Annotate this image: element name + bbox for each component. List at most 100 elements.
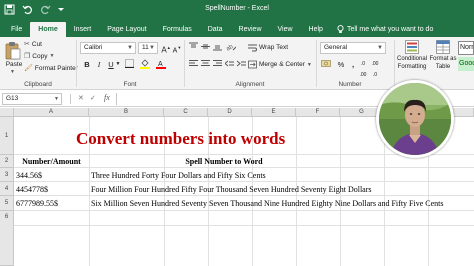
format-as-table-button[interactable]: Format as Table <box>428 39 458 77</box>
column-header-f[interactable]: F <box>296 108 340 117</box>
group-divider <box>76 40 77 87</box>
align-bottom-button[interactable] <box>212 42 222 53</box>
font-color-button[interactable]: A <box>156 59 166 70</box>
wrap-text-label: Wrap Text <box>259 44 289 51</box>
orientation-button[interactable]: ab <box>226 42 237 53</box>
row-header-2[interactable]: 2 <box>0 155 14 168</box>
amount-cell[interactable]: 6777989.55$ <box>16 196 58 211</box>
number-format-select[interactable]: General ▼ <box>320 42 386 54</box>
column-header-e[interactable]: E <box>252 108 296 117</box>
decrease-font-size-button[interactable]: A▼ <box>172 42 182 54</box>
bold-button[interactable]: B <box>82 59 92 70</box>
align-center-icon <box>200 60 210 66</box>
select-all-button[interactable] <box>0 108 14 117</box>
decrease-indent-icon <box>223 60 234 67</box>
align-right-icon <box>212 60 222 66</box>
conditional-formatting-label-1: Conditional <box>396 56 428 62</box>
window-title: SpellNumber - Excel <box>205 5 269 12</box>
column-header-c[interactable]: C <box>164 108 208 117</box>
number-format-value: General <box>324 44 348 51</box>
percent-style-button[interactable]: % <box>336 59 346 70</box>
row-header-5[interactable]: 5 <box>0 196 14 211</box>
font-group-label: Font <box>123 81 137 88</box>
font-size-value: 11 <box>142 44 149 51</box>
decrease-decimal-button[interactable]: .00.0 <box>370 59 380 78</box>
cell-style-normal[interactable]: Norm <box>458 41 474 55</box>
insert-function-icon[interactable]: fx <box>104 93 110 102</box>
name-box[interactable]: G13 ▼ <box>2 93 62 105</box>
header-number-amount[interactable]: Number/Amount <box>14 155 89 168</box>
amount-cell[interactable]: 4454778$ <box>16 182 48 196</box>
tab-formulas[interactable]: Formulas <box>155 22 200 37</box>
font-color-icon: A <box>156 61 166 69</box>
accounting-format-button[interactable] <box>321 59 331 70</box>
currency-icon <box>321 60 331 67</box>
copy-button[interactable]: ❐ Copy ▼ <box>24 52 54 61</box>
decrease-indent-button[interactable] <box>223 59 234 70</box>
tab-insert[interactable]: Insert <box>66 22 100 37</box>
paste-icon <box>5 42 21 60</box>
header-spell-number[interactable]: Spell Number to Word <box>89 155 359 168</box>
tab-data[interactable]: Data <box>200 22 231 37</box>
column-header-b[interactable]: B <box>89 108 164 117</box>
borders-button[interactable] <box>124 59 134 70</box>
tell-me-search[interactable]: Tell me what you want to do <box>331 22 433 37</box>
row-header-1[interactable]: 1 <box>0 117 14 155</box>
align-right-button[interactable] <box>212 59 222 70</box>
tab-review[interactable]: Review <box>231 22 270 37</box>
align-middle-button[interactable] <box>200 42 210 53</box>
align-top-icon <box>188 42 198 48</box>
format-painter-button[interactable]: 🖌 Format Painter <box>24 64 78 73</box>
words-cell[interactable]: Four Million Four Hundred Fifty Four Tho… <box>91 182 372 196</box>
row-header-4[interactable]: 4 <box>0 182 14 196</box>
fill-color-button[interactable] <box>140 59 150 70</box>
row-header-3[interactable]: 3 <box>0 168 14 182</box>
cut-label: Cut <box>31 40 42 48</box>
increase-font-size-button[interactable]: A▲ <box>161 42 171 55</box>
tab-help[interactable]: Help <box>301 22 331 37</box>
wrap-text-button[interactable]: Wrap Text <box>248 43 288 52</box>
words-cell[interactable]: Three Hundred Forty Four Dollars and Fif… <box>91 168 266 182</box>
align-bottom-icon <box>212 45 222 51</box>
column-header-a[interactable]: A <box>14 108 89 117</box>
cancel-entry-icon[interactable]: ✕ <box>78 94 84 102</box>
orientation-icon: ab <box>226 44 237 52</box>
font-name-value: Calibri <box>84 44 103 51</box>
title-bar: SpellNumber - Excel <box>0 0 474 20</box>
words-cell[interactable]: Six Million Seven Hundred Seventy Seven … <box>91 196 443 211</box>
column-header-d[interactable]: D <box>208 108 252 117</box>
chevron-down-icon: ▼ <box>127 45 133 51</box>
cut-button[interactable]: ✂ Cut <box>24 40 42 49</box>
align-left-button[interactable] <box>188 59 198 70</box>
confirm-entry-icon[interactable]: ✓ <box>90 94 96 102</box>
row-header-6[interactable]: 6 <box>0 211 14 266</box>
paste-label: Paste <box>5 61 23 68</box>
group-divider <box>316 40 317 87</box>
format-painter-label: Format Painter <box>34 64 78 72</box>
tab-page-layout[interactable]: Page Layout <box>99 22 154 37</box>
font-name-select[interactable]: Calibri ▼ <box>80 42 136 54</box>
tab-view[interactable]: View <box>270 22 301 37</box>
chevron-down-icon[interactable]: ▼ <box>115 59 121 70</box>
cell-style-good[interactable]: Good <box>458 57 474 71</box>
chevron-down-icon: ▼ <box>10 69 15 75</box>
paste-button[interactable]: Paste ▼ <box>4 40 22 76</box>
clipboard-group-label: Clipboard <box>24 81 52 88</box>
conditional-formatting-button[interactable]: Conditional Formatting <box>396 39 428 77</box>
format-as-table-label-1: Format as <box>429 56 457 62</box>
increase-indent-button[interactable] <box>236 59 246 70</box>
align-top-button[interactable] <box>188 42 198 53</box>
copy-label: Copy <box>32 52 48 60</box>
copy-icon: ❐ <box>24 53 31 60</box>
sheet-title-cell[interactable]: Convert numbers into words <box>76 128 285 150</box>
font-size-select[interactable]: 11 ▼ <box>138 42 158 54</box>
amount-cell[interactable]: 344.56$ <box>16 168 42 182</box>
align-center-button[interactable] <box>200 59 210 70</box>
italic-button[interactable]: I <box>94 59 104 70</box>
tab-file[interactable]: File <box>3 22 30 37</box>
comma-style-button[interactable]: , <box>348 59 358 70</box>
increase-decimal-button[interactable]: .0.00 <box>358 59 368 78</box>
group-divider <box>184 40 185 87</box>
merge-center-button[interactable]: Merge & Center ▼ <box>248 60 312 69</box>
tab-home[interactable]: Home <box>30 22 66 37</box>
